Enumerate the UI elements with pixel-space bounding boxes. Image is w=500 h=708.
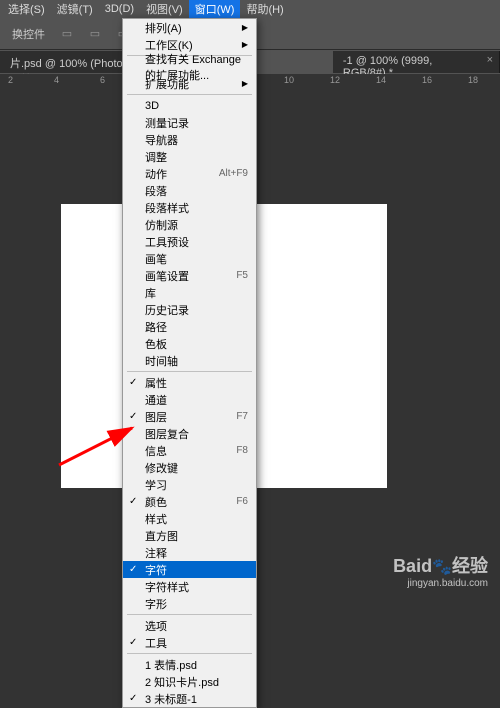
doc-tab[interactable]: -1 @ 100% (9999, RGB/8#) *× <box>333 51 500 73</box>
menu-item[interactable]: ✓颜色F6 <box>123 493 256 510</box>
menu-item[interactable]: ✓图层F7 <box>123 408 256 425</box>
menu-item[interactable]: 样式 <box>123 510 256 527</box>
menu-item[interactable]: 画笔 <box>123 250 256 267</box>
menu-item[interactable]: 图层复合 <box>123 425 256 442</box>
menu-item[interactable]: 调整 <box>123 148 256 165</box>
menu-item[interactable]: 仿制源 <box>123 216 256 233</box>
menu-item[interactable]: 学习 <box>123 476 256 493</box>
menu-item[interactable]: 动作Alt+F9 <box>123 165 256 182</box>
menu-item[interactable]: ✓字符 <box>123 561 256 578</box>
menu-item[interactable]: 导航器 <box>123 131 256 148</box>
menu-item[interactable]: 测量记录 <box>123 114 256 131</box>
menu-select[interactable]: 选择(S) <box>2 0 51 19</box>
menu-item[interactable]: 画笔设置F5 <box>123 267 256 284</box>
menu-item[interactable]: 扩展功能▶ <box>123 75 256 92</box>
menu-item[interactable]: 段落 <box>123 182 256 199</box>
menu-filter[interactable]: 滤镜(T) <box>51 0 99 19</box>
watermark: Baid🐾经验 jingyan.baidu.com <box>393 552 488 589</box>
menu-item[interactable]: 工具预设 <box>123 233 256 250</box>
menu-item[interactable]: 色板 <box>123 335 256 352</box>
align-left-icon[interactable]: ▭ <box>55 22 79 46</box>
menu-item[interactable]: 段落样式 <box>123 199 256 216</box>
menubar: 选择(S) 滤镜(T) 3D(D) 视图(V) 窗口(W) 帮助(H) <box>0 0 500 18</box>
menu-item[interactable]: 历史记录 <box>123 301 256 318</box>
menu-item[interactable]: 字符样式 <box>123 578 256 595</box>
menu-item[interactable]: 排列(A)▶ <box>123 19 256 36</box>
menu-item[interactable]: 库 <box>123 284 256 301</box>
menu-item[interactable]: 修改键 <box>123 459 256 476</box>
window-menu-dropdown: 排列(A)▶工作区(K)▶查找有关 Exchange 的扩展功能...扩展功能▶… <box>122 18 257 708</box>
menu-item[interactable]: 2 知识卡片.psd <box>123 673 256 690</box>
menu-3d[interactable]: 3D(D) <box>99 1 140 17</box>
menu-item[interactable]: 路径 <box>123 318 256 335</box>
menu-item[interactable]: 注释 <box>123 544 256 561</box>
menu-item[interactable]: ✓工具 <box>123 634 256 651</box>
align-center-icon[interactable]: ▭ <box>83 22 107 46</box>
menu-help[interactable]: 帮助(H) <box>240 0 289 19</box>
menu-item[interactable]: 直方图 <box>123 527 256 544</box>
menu-item[interactable]: 通道 <box>123 391 256 408</box>
menu-item[interactable]: 选项 <box>123 617 256 634</box>
menu-item[interactable]: ✓3 未标题-1 <box>123 690 256 707</box>
menu-item[interactable]: 查找有关 Exchange 的扩展功能... <box>123 58 256 75</box>
menu-window[interactable]: 窗口(W) <box>189 0 241 19</box>
menu-item[interactable]: 字形 <box>123 595 256 612</box>
menu-view[interactable]: 视图(V) <box>140 0 189 19</box>
menu-item[interactable]: ✓属性 <box>123 374 256 391</box>
menu-item[interactable]: 1 表情.psd <box>123 656 256 673</box>
menu-item[interactable]: 时间轴 <box>123 352 256 369</box>
menu-item[interactable]: 3D <box>123 97 256 114</box>
menu-item[interactable]: 信息F8 <box>123 442 256 459</box>
toolbar-label: 换控件 <box>4 26 53 42</box>
